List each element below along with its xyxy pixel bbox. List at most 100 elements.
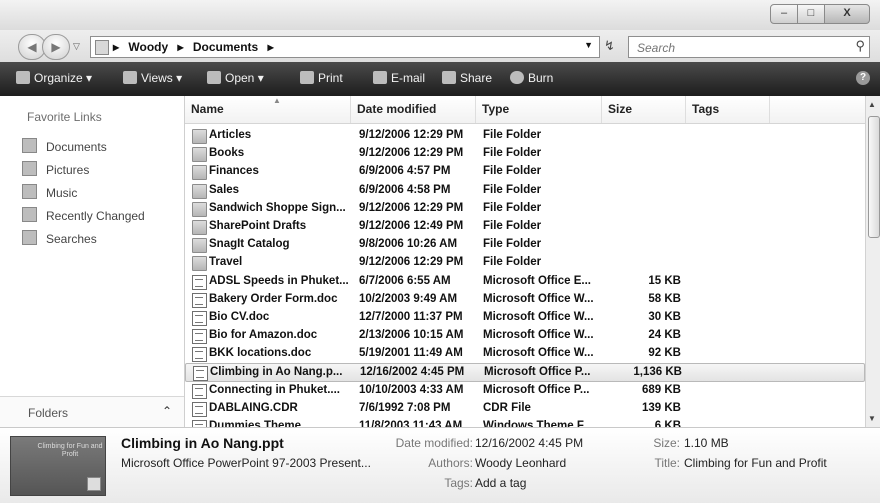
- table-row[interactable]: Travel 9/12/2006 12:29 PM File Folder: [185, 254, 865, 272]
- close-button[interactable]: X: [824, 4, 870, 24]
- fav-link-recently-changed[interactable]: Recently Changed: [22, 207, 145, 227]
- file-date: 9/12/2006 12:29 PM: [359, 129, 464, 141]
- file-type: File Folder: [483, 256, 542, 269]
- title-bar: – □ X: [0, 0, 880, 30]
- folder-icon: [192, 147, 207, 163]
- details-file-name: Climbing in Ao Nang.ppt: [121, 435, 284, 451]
- table-row[interactable]: BKK locations.doc 5/19/2001 11:49 AM Micro…: [185, 345, 865, 363]
- tags-value[interactable]: Add a tag: [475, 476, 526, 490]
- breadcrumb-woody[interactable]: Woody: [128, 40, 168, 54]
- table-row[interactable]: Sandwich Shoppe Sign... 9/12/2006 12:29 P…: [185, 200, 865, 218]
- breadcrumb-separator[interactable]: ▸: [268, 40, 274, 54]
- fav-link-pictures[interactable]: Pictures: [22, 161, 89, 181]
- maximize-button[interactable]: □: [797, 4, 825, 24]
- address-bar[interactable]: ▸ Woody ▸ Documents ▸ ▼: [90, 36, 600, 58]
- fav-link-music[interactable]: Music: [22, 184, 77, 204]
- document-icon: [192, 383, 207, 399]
- chevron-up-icon[interactable]: ⌃: [162, 404, 172, 418]
- authors-value[interactable]: Woody Leonhard: [475, 456, 566, 470]
- breadcrumb-documents[interactable]: Documents: [193, 40, 258, 54]
- fav-link-searches[interactable]: Searches: [22, 230, 97, 250]
- table-row[interactable]: Books 9/12/2006 12:29 PM File Folder: [185, 145, 865, 163]
- views-label: Views: [141, 71, 173, 85]
- scroll-down-icon[interactable]: ▼: [868, 414, 876, 423]
- forward-button[interactable]: ▶: [42, 34, 70, 60]
- column-header-type[interactable]: Type: [476, 96, 602, 123]
- folder-icon: [95, 40, 109, 55]
- fav-link-label: Documents: [46, 140, 107, 154]
- views-icon: [123, 71, 137, 84]
- file-date: 10/2/2003 9:49 AM: [359, 292, 458, 305]
- file-date: 6/9/2006 4:57 PM: [359, 165, 451, 178]
- burn-button[interactable]: Burn: [510, 71, 553, 85]
- file-size: 689 KB: [642, 383, 681, 396]
- file-name: SharePoint Drafts: [209, 219, 307, 232]
- column-header-tags[interactable]: Tags: [686, 96, 770, 123]
- search-icon[interactable]: ⚲: [855, 38, 865, 54]
- table-row[interactable]: DABLAING.CDR 7/6/1992 7:08 PM CDR File 139 …: [185, 400, 865, 418]
- table-row[interactable]: SharePoint Drafts 9/12/2006 12:49 PM File …: [185, 218, 865, 236]
- document-icon: [192, 292, 207, 308]
- column-header-name[interactable]: ▲ Name: [185, 96, 351, 123]
- column-header-label: Size: [608, 102, 633, 116]
- file-size: 92 KB: [648, 347, 681, 360]
- file-date: 9/8/2006 10:26 AM: [359, 238, 458, 251]
- search-box[interactable]: ⚲: [628, 36, 870, 58]
- recent-pages-chevron-icon[interactable]: ▽: [73, 41, 80, 52]
- title-value[interactable]: Climbing for Fun and Profit: [684, 456, 827, 470]
- file-date: 5/19/2001 11:49 AM: [359, 347, 463, 360]
- breadcrumb-separator[interactable]: ▸: [178, 40, 184, 54]
- fav-link-label: Music: [46, 186, 78, 200]
- file-type: Microsoft Office W...: [483, 310, 594, 323]
- organize-icon: [16, 71, 30, 84]
- search-input[interactable]: [635, 39, 839, 57]
- authors-label: Authors:: [428, 456, 473, 470]
- file-type: Windows Theme F...: [483, 420, 593, 427]
- vertical-scrollbar[interactable]: ▲ ▼: [865, 96, 880, 427]
- table-row[interactable]: Sales 6/9/2006 4:58 PM File Folder: [185, 182, 865, 200]
- documents-icon: [22, 138, 37, 153]
- table-row[interactable]: Bio for Amazon.doc 2/13/2006 10:15 AM Micr…: [185, 327, 865, 345]
- folder-icon: [192, 238, 207, 254]
- breadcrumb-separator[interactable]: ▸: [113, 40, 119, 54]
- share-button[interactable]: Share: [442, 71, 492, 85]
- open-button[interactable]: Open ▾: [207, 71, 264, 85]
- file-type: Microsoft Office P...: [484, 366, 591, 379]
- table-row[interactable]: Articles 9/12/2006 12:29 PM File Folder: [185, 127, 865, 145]
- file-type: File Folder: [483, 165, 542, 178]
- table-row[interactable]: Bakery Order Form.doc 10/2/2003 9:49 AM Mi…: [185, 291, 865, 309]
- minimize-button[interactable]: –: [770, 4, 798, 24]
- help-icon[interactable]: ?: [856, 71, 870, 85]
- file-name: Sales: [209, 183, 240, 196]
- print-label: Print: [318, 71, 343, 85]
- table-row[interactable]: SnagIt Catalog 9/8/2006 10:26 AM File Fold…: [185, 236, 865, 254]
- share-label: Share: [460, 71, 493, 85]
- email-button[interactable]: E-mail: [373, 71, 425, 85]
- powerpoint-icon: [87, 477, 101, 491]
- organize-button[interactable]: Organize ▾: [16, 71, 92, 85]
- scroll-up-icon[interactable]: ▲: [868, 100, 876, 109]
- table-row[interactable]: ADSL Speeds in Phuket... 6/7/2006 6:55 AM…: [185, 273, 865, 291]
- address-row: ◀ ▶ ▽ ▸ Woody ▸ Documents ▸ ▼ ↯ ⚲: [0, 30, 880, 62]
- table-row[interactable]: Finances 6/9/2006 4:57 PM File Folder: [185, 163, 865, 181]
- table-row[interactable]: Dummies.Theme 11/8/2003 11:43 AM Windows T…: [185, 418, 865, 427]
- column-header-date[interactable]: Date modified: [351, 96, 476, 123]
- share-icon: [442, 71, 456, 84]
- printer-icon: [300, 71, 314, 84]
- file-size: 24 KB: [648, 329, 681, 342]
- table-row[interactable]: Climbing in Ao Nang.p... 12/16/2002 4:45 …: [185, 363, 865, 382]
- table-row[interactable]: Connecting in Phuket.... 10/10/2003 4:33 …: [185, 382, 865, 400]
- file-date: 9/12/2006 12:29 PM: [359, 256, 464, 269]
- size-label: Size:: [653, 436, 680, 450]
- scroll-thumb[interactable]: [868, 116, 880, 238]
- refresh-icon[interactable]: ↯: [604, 38, 615, 54]
- address-dropdown-icon[interactable]: ▼: [584, 40, 593, 50]
- views-button[interactable]: Views ▾: [123, 71, 182, 85]
- disc-icon: [510, 71, 524, 84]
- column-header-size[interactable]: Size: [602, 96, 686, 123]
- print-button[interactable]: Print: [300, 71, 343, 85]
- fav-link-documents[interactable]: Documents: [22, 138, 107, 158]
- folders-toggle[interactable]: Folders ⌃: [0, 396, 184, 428]
- navigation-pane: Favorite Links Documents Pictures Music …: [0, 96, 185, 428]
- table-row[interactable]: Bio CV.doc 12/7/2000 11:37 PM Microsoft Of…: [185, 309, 865, 327]
